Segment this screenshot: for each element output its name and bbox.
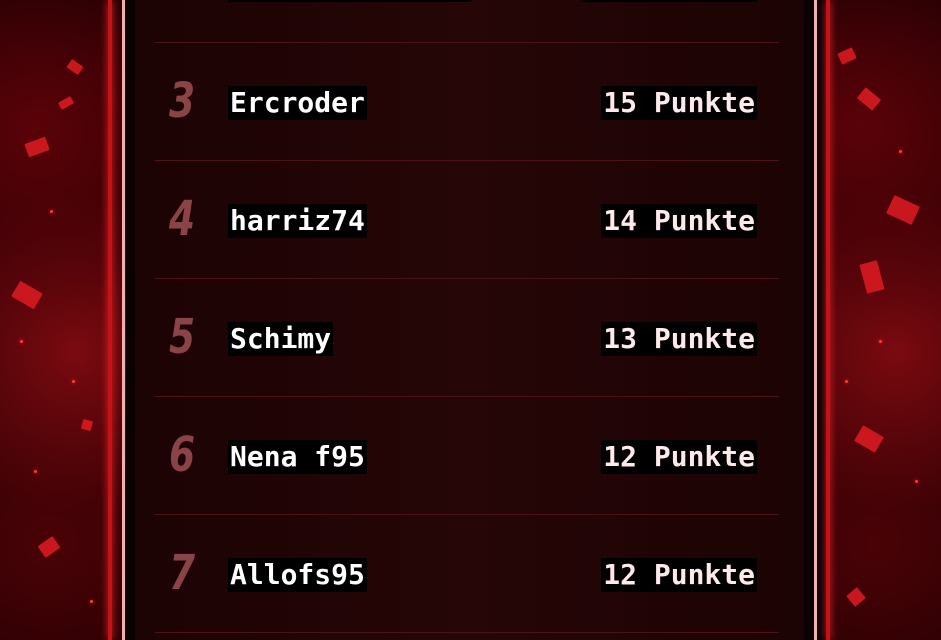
player-name: Allofs95	[228, 558, 367, 592]
player-name: Schimy	[228, 322, 334, 356]
rank-number: 3	[169, 73, 195, 129]
player-points: 14 Punkte	[601, 204, 757, 238]
rank-number: 4	[169, 191, 195, 247]
leaderboard-row: 5 Schimy 13 Punkte	[155, 278, 779, 397]
player-name: Ercroder	[228, 86, 367, 120]
confetti-background-right	[829, 0, 941, 640]
rank-number: 5	[169, 309, 195, 365]
player-name: harriz74	[228, 204, 367, 238]
frame-border-left	[108, 0, 112, 640]
frame-border-left-inner	[122, 0, 125, 640]
leaderboard-row: 7 Allofs95 12 Punkte	[155, 514, 779, 633]
player-name	[228, 0, 472, 2]
leaderboard-row: 2	[155, 0, 779, 43]
frame-border-right	[826, 0, 830, 640]
leaderboard-row: 4 harriz74 14 Punkte	[155, 160, 779, 279]
leaderboard-panel: 2 3 Ercroder 15 Punkte 4 harriz74 14 Pun…	[135, 0, 804, 640]
rank-number: 2	[169, 0, 195, 10]
leaderboard-row: 6 Nena f95 12 Punkte	[155, 396, 779, 515]
player-points	[581, 0, 757, 2]
player-points: 12 Punkte	[601, 558, 757, 592]
player-points: 12 Punkte	[601, 440, 757, 474]
frame-border-right-inner	[814, 0, 817, 640]
player-points: 13 Punkte	[601, 322, 757, 356]
player-name: Nena f95	[228, 440, 367, 474]
rank-number: 7	[169, 545, 195, 601]
player-points: 15 Punkte	[601, 86, 757, 120]
rank-number: 6	[169, 427, 195, 483]
leaderboard-row: 3 Ercroder 15 Punkte	[155, 42, 779, 161]
